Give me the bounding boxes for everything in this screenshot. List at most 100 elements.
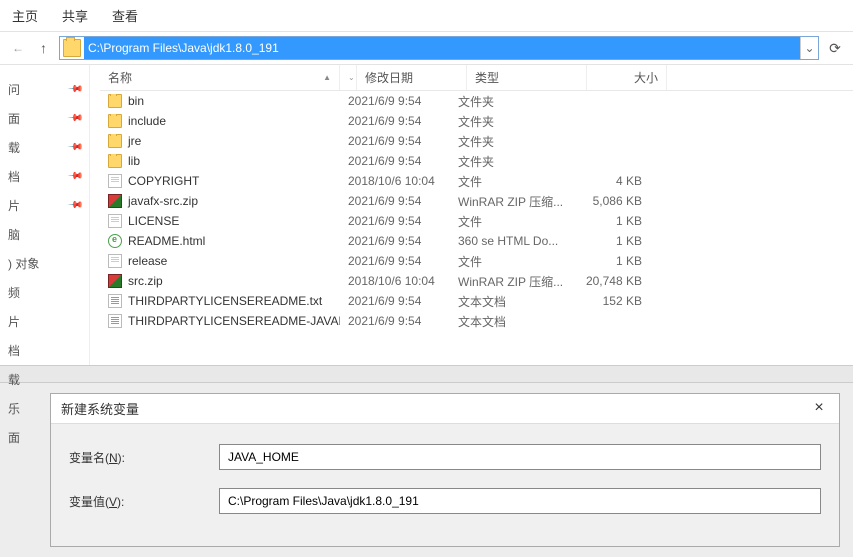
sidebar: 问📌面📌载📌档📌片📌脑) 对象频片档载乐面 [0, 65, 90, 365]
file-size: 20,748 KB [570, 274, 650, 288]
nav-back[interactable]: ← [8, 39, 28, 57]
new-system-variable-dialog: 新建系统变量 × 变量名(N): 变量值(V): [50, 393, 840, 547]
file-row[interactable]: THIRDPARTYLICENSEREADME.txt 2021/6/9 9:54… [100, 291, 853, 311]
file-type: 文本文档 [450, 313, 570, 330]
file-name: jre [128, 134, 141, 148]
sidebar-item[interactable]: 面📌 [6, 104, 83, 133]
file-row[interactable]: bin2021/6/9 9:54文件夹 [100, 91, 853, 111]
file-listing: 名称 ▲ ⌄ 修改日期 类型 大小 bin2021/6/9 9:54文件夹 inc… [90, 65, 853, 365]
file-row[interactable]: src.zip2018/10/6 10:04WinRAR ZIP 压缩...20… [100, 271, 853, 291]
file-type: 文件夹 [450, 93, 570, 110]
sidebar-item-label: 频 [8, 284, 20, 301]
file-row[interactable]: release 2021/6/9 9:54文件1 KB [100, 251, 853, 271]
address-input[interactable] [84, 37, 800, 59]
col-name-dropdown[interactable]: ⌄ [340, 65, 357, 90]
file-row[interactable]: javafx-src.zip 2021/6/9 9:54WinRAR ZIP 压缩… [100, 191, 853, 211]
var-value-label: 变量值(V): [69, 493, 219, 510]
file-type: 文件 [450, 173, 570, 190]
file-date: 2021/6/9 9:54 [340, 254, 450, 268]
file-row[interactable]: THIRDPARTYLICENSEREADME-JAVAF...2021/6/9… [100, 311, 853, 331]
sidebar-item-label: 载 [8, 371, 20, 388]
file-name: COPYRIGHT [128, 174, 199, 188]
file-name: include [128, 114, 166, 128]
sidebar-item-label: 档 [8, 342, 20, 359]
folder-icon [108, 154, 122, 168]
file-name: THIRDPARTYLICENSEREADME.txt [128, 294, 322, 308]
tab-share[interactable]: 共享 [62, 4, 88, 27]
folder-icon [108, 94, 122, 108]
file-name: release [128, 254, 167, 268]
file-type: 360 se HTML Do... [450, 234, 570, 248]
sidebar-item[interactable]: 载📌 [6, 133, 83, 162]
txt-icon [108, 314, 122, 328]
file-date: 2021/6/9 9:54 [340, 154, 450, 168]
col-name-label: 名称 [108, 69, 132, 86]
tab-view[interactable]: 查看 [112, 4, 138, 27]
zip-icon [108, 194, 122, 208]
col-size[interactable]: 大小 [587, 65, 667, 90]
sidebar-item[interactable]: 脑 [6, 220, 83, 249]
file-row[interactable]: include2021/6/9 9:54文件夹 [100, 111, 853, 131]
var-name-input[interactable] [219, 444, 821, 470]
file-size: 152 KB [570, 294, 650, 308]
sidebar-item[interactable]: 片 [6, 307, 83, 336]
file-name: LICENSE [128, 214, 179, 228]
sidebar-item[interactable]: 片📌 [6, 191, 83, 220]
file-date: 2021/6/9 9:54 [340, 214, 450, 228]
file-type: 文件 [450, 213, 570, 230]
sidebar-item[interactable]: 频 [6, 278, 83, 307]
file-type: 文件夹 [450, 133, 570, 150]
sidebar-item-label: 档 [8, 168, 20, 185]
sidebar-item-label: 片 [8, 197, 20, 214]
file-date: 2021/6/9 9:54 [340, 194, 450, 208]
dialog-titlebar: 新建系统变量 × [51, 394, 839, 424]
zip-icon [108, 274, 122, 288]
file-date: 2021/6/9 9:54 [340, 314, 450, 328]
file-name: lib [128, 154, 140, 168]
var-value-input[interactable] [219, 488, 821, 514]
sidebar-item[interactable]: 载 [6, 365, 83, 394]
sidebar-item[interactable]: 档 [6, 336, 83, 365]
file-type: 文件夹 [450, 153, 570, 170]
sidebar-item[interactable]: ) 对象 [6, 249, 83, 278]
pin-icon: 📌 [66, 197, 83, 214]
file-type: WinRAR ZIP 压缩... [450, 193, 570, 210]
sidebar-item-label: ) 对象 [8, 255, 39, 272]
file-row[interactable]: lib 2021/6/9 9:54文件夹 [100, 151, 853, 171]
file-type: 文件 [450, 253, 570, 270]
refresh-button[interactable]: ⟳ [825, 40, 845, 57]
sidebar-item-label: 载 [8, 139, 20, 156]
address-dropdown[interactable]: ⌄ [800, 37, 818, 59]
file-icon [108, 174, 122, 188]
tab-home[interactable]: 主页 [12, 4, 38, 27]
file-row[interactable]: jre2021/6/9 9:54文件夹 [100, 131, 853, 151]
pin-icon: 📌 [66, 139, 83, 156]
sidebar-item[interactable]: 问📌 [6, 75, 83, 104]
pin-icon: 📌 [66, 110, 83, 127]
file-row[interactable]: LICENSE2021/6/9 9:54文件1 KB [100, 211, 853, 231]
file-name: javafx-src.zip [128, 194, 198, 208]
var-name-label: 变量名(N): [69, 449, 219, 466]
col-type[interactable]: 类型 [467, 65, 587, 90]
file-size: 1 KB [570, 234, 650, 248]
sidebar-item-label: 面 [8, 110, 20, 127]
file-date: 2021/6/9 9:54 [340, 294, 450, 308]
file-icon [108, 214, 122, 228]
txt-icon [108, 294, 122, 308]
close-icon[interactable]: × [799, 394, 839, 424]
sidebar-item-label: 乐 [8, 400, 20, 417]
col-name[interactable]: 名称 ▲ [100, 65, 340, 90]
col-date[interactable]: 修改日期 [357, 65, 467, 90]
file-row[interactable]: COPYRIGHT2018/10/6 10:04文件4 KB [100, 171, 853, 191]
dialog-title: 新建系统变量 [61, 399, 139, 418]
file-size: 1 KB [570, 254, 650, 268]
sidebar-item-label: 脑 [8, 226, 20, 243]
column-headers: 名称 ▲ ⌄ 修改日期 类型 大小 [100, 65, 853, 91]
nav-up[interactable]: ↑ [34, 38, 53, 58]
file-type: 文本文档 [450, 293, 570, 310]
folder-icon [108, 134, 122, 148]
file-row[interactable]: README.html2021/6/9 9:54360 se HTML Do..… [100, 231, 853, 251]
folder-icon [108, 114, 122, 128]
sidebar-item[interactable]: 档📌 [6, 162, 83, 191]
file-date: 2021/6/9 9:54 [340, 114, 450, 128]
